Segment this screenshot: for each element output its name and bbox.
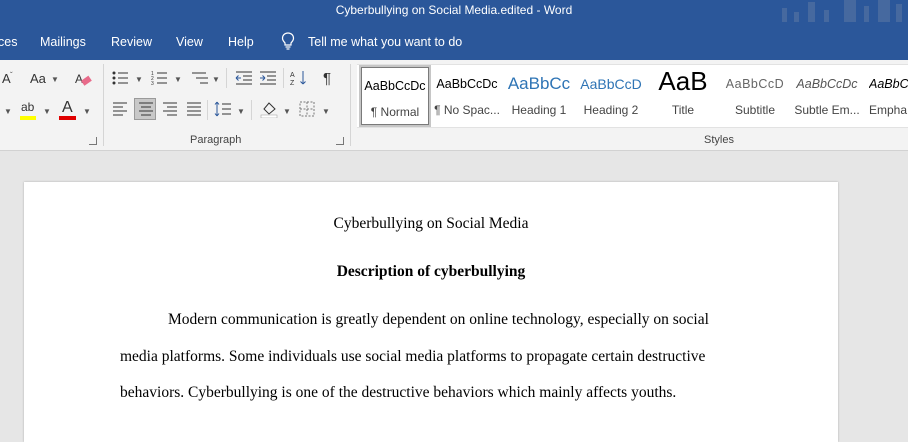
- style-emphasis[interactable]: AaBbCcDc Empha: [863, 65, 908, 127]
- numbering-icon[interactable]: 123: [151, 70, 169, 86]
- tab-references[interactable]: ces: [0, 35, 17, 49]
- show-formatting-marks-button[interactable]: ¶: [323, 70, 331, 87]
- paragraph-group-label: Paragraph: [190, 134, 242, 146]
- tab-mailings[interactable]: Mailings: [40, 35, 86, 49]
- group-separator: [350, 64, 351, 146]
- home-ribbon: A ˇ Aa ▼ A ▼ ab ▼ A ▼ ▼ 123 ▼ ▼ AZ ¶ ▼ ▼…: [0, 60, 908, 151]
- tab-review[interactable]: Review: [111, 35, 152, 49]
- align-center-button[interactable]: [134, 98, 156, 120]
- sort-icon[interactable]: AZ: [290, 69, 308, 87]
- style-name: ¶ Normal: [370, 105, 420, 119]
- style-sample: AaB: [658, 66, 708, 96]
- button-divider: [283, 68, 284, 88]
- style-normal[interactable]: AaBbCcDc ¶ Normal: [359, 65, 431, 127]
- style-sample: AaBbCcDc: [869, 77, 908, 91]
- style-heading-2[interactable]: AaBbCcD Heading 2: [575, 65, 647, 127]
- paragraph-dialog-launcher[interactable]: [336, 137, 344, 145]
- style-name: Subtle Em...: [794, 103, 860, 117]
- change-case-button[interactable]: Aa: [30, 71, 46, 86]
- style-no-spacing[interactable]: AaBbCcDc ¶ No Spac...: [431, 65, 503, 127]
- svg-text:A: A: [290, 72, 295, 79]
- style-heading-1[interactable]: AaBbCc Heading 1: [503, 65, 575, 127]
- group-separator: [103, 64, 104, 146]
- button-divider: [226, 68, 227, 88]
- button-divider: [207, 100, 208, 120]
- style-sample: AaBbCcD: [725, 77, 785, 91]
- ribbon-tabs: ces Mailings Review View Help Tell me wh…: [0, 22, 908, 60]
- paragraph-line[interactable]: behaviors. Cyberbullying is one of the d…: [120, 384, 676, 402]
- tab-view[interactable]: View: [176, 35, 203, 49]
- style-name: Heading 1: [511, 103, 567, 117]
- svg-text:Z: Z: [290, 80, 295, 87]
- borders-icon[interactable]: [299, 101, 315, 117]
- chevron-down-icon: ▼: [212, 75, 220, 84]
- paragraph-line[interactable]: media platforms. Some individuals use so…: [120, 348, 705, 366]
- chevron-down-icon: ▼: [51, 75, 59, 84]
- lightbulb-icon[interactable]: [281, 32, 295, 50]
- style-sample: AaBbCc: [507, 74, 571, 93]
- chevron-down-icon: ▼: [4, 107, 12, 116]
- document-page[interactable]: Cyberbullying on Social Media Descriptio…: [24, 182, 838, 442]
- shading-icon[interactable]: [260, 100, 278, 118]
- style-sample: AaBbCcDc: [364, 79, 426, 93]
- align-center-icon: [139, 102, 153, 116]
- font-color-button[interactable]: A: [62, 99, 73, 117]
- style-name: Subtitle: [734, 103, 776, 117]
- align-left-icon[interactable]: [112, 102, 128, 116]
- paragraph-line[interactable]: Modern communication is greatly dependen…: [168, 311, 709, 329]
- styles-group-label: Styles: [704, 134, 734, 146]
- style-name: Heading 2: [583, 103, 639, 117]
- highlight-color-bar: [20, 116, 36, 120]
- bullets-icon[interactable]: [112, 70, 130, 86]
- chevron-down-icon: ▼: [283, 107, 291, 116]
- font-color-bar: [59, 116, 76, 120]
- document-heading[interactable]: Description of cyberbullying: [24, 263, 838, 281]
- chevron-down-icon: ▼: [174, 75, 182, 84]
- svg-text:3: 3: [151, 81, 154, 86]
- clear-formatting-icon[interactable]: A: [74, 70, 92, 88]
- multilevel-list-icon[interactable]: [190, 70, 210, 86]
- window-title: Cyberbullying on Social Media.edited - W…: [335, 3, 573, 17]
- increase-indent-icon[interactable]: [259, 70, 277, 86]
- title-bar: Cyberbullying on Social Media.edited - W…: [0, 0, 908, 22]
- button-divider: [251, 100, 252, 120]
- style-subtle-emphasis[interactable]: AaBbCcDc Subtle Em...: [791, 65, 863, 127]
- tab-help[interactable]: Help: [228, 35, 254, 49]
- document-title[interactable]: Cyberbullying on Social Media: [24, 215, 838, 233]
- align-right-icon[interactable]: [162, 102, 178, 116]
- style-sample: AaBbCcD: [580, 76, 642, 92]
- decrease-indent-icon[interactable]: [235, 70, 253, 86]
- svg-text:A: A: [75, 72, 83, 86]
- styles-gallery: AaBbCcDc ¶ Normal AaBbCcDc ¶ No Spac... …: [357, 64, 908, 128]
- font-dialog-launcher[interactable]: [89, 137, 97, 145]
- text-highlight-glyph: ab: [21, 100, 35, 114]
- chevron-down-icon: ▼: [237, 107, 245, 116]
- style-name: Title: [671, 103, 695, 117]
- chevron-down-icon: ▼: [83, 107, 91, 116]
- line-spacing-icon[interactable]: [214, 101, 232, 117]
- chevron-down-icon: ▼: [322, 107, 330, 116]
- chevron-down-icon: ▼: [135, 75, 143, 84]
- style-name: Empha: [869, 103, 908, 117]
- document-area: Cyberbullying on Social Media Descriptio…: [0, 151, 908, 442]
- chevron-down-icon: ▼: [43, 107, 51, 116]
- style-sample: AaBbCcDc: [796, 77, 858, 91]
- tell-me-search[interactable]: Tell me what you want to do: [308, 35, 462, 49]
- style-sample: AaBbCcDc: [436, 77, 498, 91]
- style-title[interactable]: AaB Title: [647, 65, 719, 127]
- style-name: ¶ No Spac...: [434, 103, 500, 117]
- title-bar-decoration: [778, 0, 908, 22]
- shrink-font-arrow-icon: ˇ: [10, 71, 13, 80]
- text-highlight-button[interactable]: ab: [21, 99, 34, 114]
- style-subtitle[interactable]: AaBbCcD Subtitle: [719, 65, 791, 127]
- justify-icon[interactable]: [186, 102, 202, 116]
